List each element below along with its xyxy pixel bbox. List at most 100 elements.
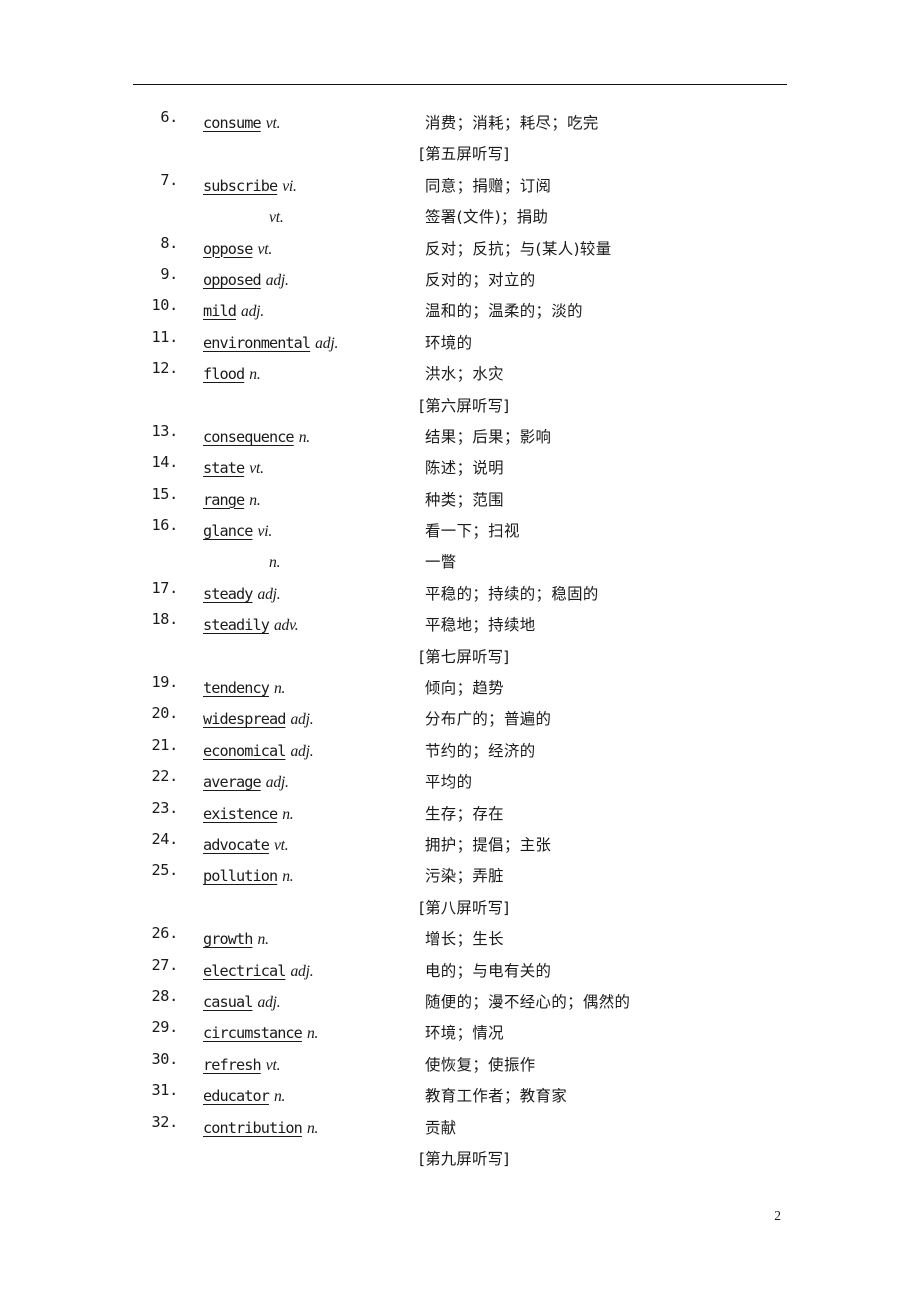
vocab-entry-row: 20. widespread adj. 分布广的；普遍的 bbox=[0, 704, 920, 735]
entry-word: existence bbox=[203, 804, 278, 823]
entry-definition: 倾向；趋势 bbox=[425, 679, 504, 698]
entry-number: 10. bbox=[151, 296, 178, 315]
vocab-entry-row: [第六屏听写] bbox=[0, 391, 920, 422]
entry-word: flood bbox=[203, 365, 245, 384]
entry-definition: 平稳地；持续地 bbox=[425, 616, 536, 635]
entry-word-cell: refresh vt. bbox=[203, 1050, 280, 1081]
entry-word-cell: consume vt. bbox=[203, 108, 280, 139]
entry-word: tendency bbox=[203, 679, 270, 698]
vocab-entry-row: 15. range n. 种类；范围 bbox=[0, 485, 920, 516]
entry-definition: 平稳的；持续的；稳固的 bbox=[425, 584, 599, 603]
entry-part-of-speech: vi. bbox=[257, 523, 273, 541]
entry-word: mild bbox=[203, 302, 237, 321]
entry-word-cell: average adj. bbox=[203, 767, 289, 798]
entry-word-cell: oppose vt. bbox=[203, 234, 272, 265]
entry-number: 20. bbox=[151, 704, 178, 723]
entry-definition: 环境的 bbox=[425, 333, 473, 352]
entry-word: environmental bbox=[203, 333, 311, 352]
entry-number: 17. bbox=[151, 578, 178, 597]
vocab-entry-row: 21. economical adj. 节约的；经济的 bbox=[0, 736, 920, 767]
entry-part-of-speech: n. bbox=[273, 680, 286, 698]
vocab-entry-row: n. 一瞥 bbox=[0, 547, 920, 578]
entry-number: 23. bbox=[151, 798, 178, 817]
entry-word: opposed bbox=[203, 270, 262, 289]
entry-definition: 随便的；漫不经心的；偶然的 bbox=[425, 992, 631, 1011]
entry-word-cell: consequence n. bbox=[203, 422, 310, 453]
entry-word-cell: economical adj. bbox=[203, 736, 314, 767]
vocab-entry-row: 6. consume vt. 消费；消耗；耗尽；吃完 bbox=[0, 108, 920, 139]
entry-number: 15. bbox=[151, 484, 178, 503]
entry-part-of-speech: adj. bbox=[240, 303, 265, 321]
entry-word: subscribe bbox=[203, 176, 278, 195]
entry-word-cell: state vt. bbox=[203, 453, 264, 484]
entry-number: 18. bbox=[151, 610, 178, 629]
entry-part-of-speech: adj. bbox=[290, 962, 314, 980]
entry-part-of-speech: n. bbox=[273, 1088, 286, 1106]
vocab-entry-row: 26. growth n. 增长；生长 bbox=[0, 924, 920, 955]
vocab-entry-row: vt. 签署(文件)；捐助 bbox=[0, 202, 920, 233]
entry-word-cell: glance vi. bbox=[203, 516, 272, 547]
entry-part-of-speech: vt. bbox=[273, 836, 289, 854]
entry-number: 9. bbox=[160, 264, 178, 283]
entry-part-of-speech: vt. bbox=[249, 460, 264, 478]
entry-number: 19. bbox=[151, 673, 178, 692]
entry-word-cell: circumstance n. bbox=[203, 1018, 318, 1049]
entry-part-of-speech: n. bbox=[282, 868, 294, 886]
entry-word: circumstance bbox=[203, 1024, 303, 1043]
entry-definition: 拥护；提倡；主张 bbox=[425, 835, 552, 854]
entry-word: steadily bbox=[203, 616, 270, 635]
entry-word: educator bbox=[203, 1087, 270, 1106]
entry-part-of-speech: adv. bbox=[273, 617, 299, 635]
vocab-entry-row: 7. subscribe vi. 同意；捐赠；订阅 bbox=[0, 171, 920, 202]
vocab-entry-row: 22. average adj. 平均的 bbox=[0, 767, 920, 798]
entry-definition: 生存；存在 bbox=[425, 804, 504, 823]
entry-definition: 种类；范围 bbox=[425, 490, 504, 509]
entry-extra-pos-cell: n. bbox=[269, 547, 281, 578]
entry-word-cell: range n. bbox=[203, 485, 261, 516]
vocab-entry-row: 8. oppose vt. 反对；反抗；与(某人)较量 bbox=[0, 234, 920, 265]
entry-definition: 节约的；经济的 bbox=[425, 741, 536, 760]
entry-word: pollution bbox=[203, 867, 278, 886]
entry-word-cell: subscribe vi. bbox=[203, 171, 297, 202]
entry-word: average bbox=[203, 773, 262, 792]
vocab-entry-row: 11. environmental adj. 环境的 bbox=[0, 328, 920, 359]
entry-definition: 同意；捐赠；订阅 bbox=[425, 176, 552, 195]
vocab-entry-row: 19. tendency n. 倾向；趋势 bbox=[0, 673, 920, 704]
entry-word: consequence bbox=[203, 427, 295, 446]
entry-definition: 教育工作者；教育家 bbox=[425, 1087, 568, 1106]
entry-word-cell: contribution n. bbox=[203, 1113, 318, 1144]
entry-number: 29. bbox=[151, 1018, 178, 1037]
entry-number: 6. bbox=[160, 108, 178, 126]
entry-part-of-speech: adj. bbox=[265, 271, 289, 289]
entry-number: 30. bbox=[151, 1049, 178, 1068]
entry-definition: 反对；反抗；与(某人)较量 bbox=[425, 239, 612, 258]
entry-number: 16. bbox=[151, 516, 178, 535]
entry-word: steady bbox=[203, 584, 253, 603]
entry-word-cell: educator n. bbox=[203, 1081, 285, 1112]
entry-extra-pos-cell: vt. bbox=[269, 202, 284, 233]
vocab-entry-row: 30. refresh vt. 使恢复；使振作 bbox=[0, 1050, 920, 1081]
vocab-entry-row: [第八屏听写] bbox=[0, 893, 920, 924]
entry-part-of-speech: n. bbox=[257, 931, 269, 949]
entry-number: 24. bbox=[151, 829, 178, 848]
entry-word: widespread bbox=[203, 710, 286, 729]
entry-part-of-speech: n. bbox=[249, 366, 261, 384]
entry-part-of-speech: n. bbox=[306, 1119, 319, 1137]
vocab-entry-row: 16. glance vi. 看一下；扫视 bbox=[0, 516, 920, 547]
entry-part-of-speech: vi. bbox=[282, 177, 297, 195]
entry-definition: 平均的 bbox=[425, 773, 473, 792]
dictation-screen-marker: [第七屏听写] bbox=[419, 647, 510, 666]
vocab-entry-row: [第九屏听写] bbox=[0, 1144, 920, 1175]
vocab-entry-row: 9. opposed adj. 反对的；对立的 bbox=[0, 265, 920, 296]
page-number: 2 bbox=[774, 1208, 781, 1223]
entry-part-of-speech: vt. bbox=[265, 115, 281, 132]
entry-number: 27. bbox=[151, 955, 178, 974]
entry-definition: 增长；生长 bbox=[425, 930, 504, 949]
entry-definition: 签署(文件)；捐助 bbox=[425, 208, 549, 227]
entry-definition: 温和的；温柔的；淡的 bbox=[425, 302, 583, 321]
entry-word: growth bbox=[203, 930, 253, 949]
entry-part-of-speech: adj. bbox=[290, 711, 314, 729]
entry-definition: 污染；弄脏 bbox=[425, 867, 504, 886]
header-divider-rule bbox=[133, 84, 787, 85]
dictation-screen-marker: [第九屏听写] bbox=[419, 1149, 510, 1168]
